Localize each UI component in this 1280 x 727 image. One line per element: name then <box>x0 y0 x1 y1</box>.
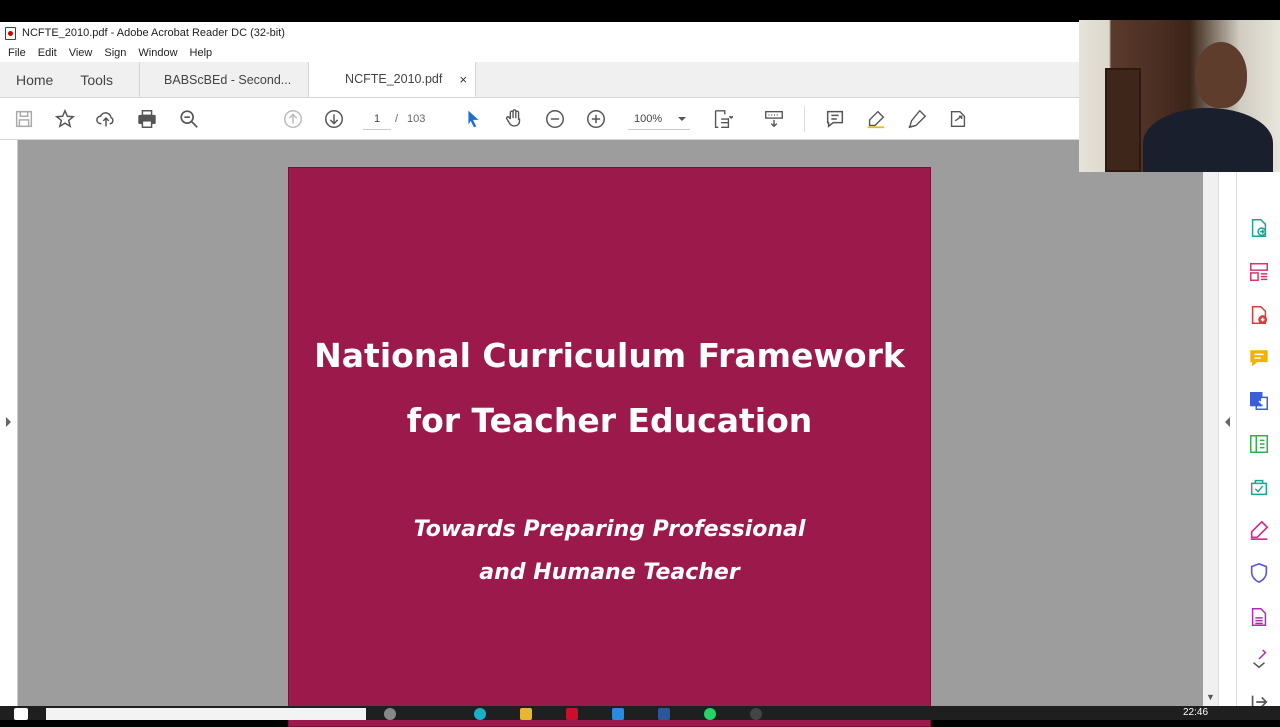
hand-icon[interactable] <box>502 107 526 131</box>
page-down-icon[interactable] <box>322 107 346 131</box>
content-area: National Curriculum Framework for Teache… <box>0 140 1280 727</box>
screen-top-border <box>0 0 1280 22</box>
create-pdf-icon[interactable] <box>1248 304 1270 326</box>
document-title-line1: National Curriculum Framework <box>314 336 905 375</box>
sign-icon[interactable] <box>905 107 929 131</box>
edge-browser-icon[interactable] <box>474 708 486 720</box>
page-up-icon[interactable] <box>281 107 305 131</box>
export-icon[interactable] <box>1248 390 1270 412</box>
webcam-overlay <box>1079 20 1280 172</box>
document-title: National Curriculum Framework for Teache… <box>289 323 930 453</box>
share-icon[interactable] <box>946 107 970 131</box>
menu-help[interactable]: Help <box>190 47 213 59</box>
comment-icon[interactable] <box>823 107 847 131</box>
windows-start-icon[interactable] <box>14 708 28 720</box>
whatsapp-icon[interactable] <box>704 708 716 720</box>
scroll-down-icon[interactable]: ▼ <box>1206 692 1215 702</box>
print-icon[interactable] <box>135 107 159 131</box>
vertical-scrollbar[interactable]: ▼ <box>1203 140 1218 706</box>
camera-app-icon[interactable] <box>750 708 762 720</box>
more-tools-icon[interactable] <box>1248 648 1270 670</box>
store-icon[interactable] <box>612 708 624 720</box>
chevron-left-icon <box>1225 417 1230 427</box>
document-icon[interactable] <box>1248 606 1270 628</box>
acrobat-pdf-icon <box>5 26 16 40</box>
highlight-icon[interactable] <box>864 107 888 131</box>
document-viewport[interactable]: National Curriculum Framework for Teache… <box>18 140 1203 727</box>
scroll-mode-icon[interactable] <box>762 107 786 131</box>
protect-icon[interactable] <box>1248 562 1270 584</box>
pdf-cover-page: National Curriculum Framework for Teache… <box>288 167 931 727</box>
star-icon[interactable] <box>53 107 77 131</box>
document-subtitle: Towards Preparing Professional and Human… <box>289 508 930 594</box>
export-pdf-icon[interactable] <box>1248 217 1270 239</box>
menu-file[interactable]: File <box>8 47 26 59</box>
edit-pdf-icon[interactable] <box>1248 433 1270 455</box>
file-explorer-icon[interactable] <box>520 708 532 720</box>
organize-pages-icon[interactable] <box>1248 261 1270 283</box>
chevron-right-icon <box>6 417 11 427</box>
document-title-line2: for Teacher Education <box>406 401 813 440</box>
windows-taskbar: 22:46 <box>0 706 1280 720</box>
acrobat-taskbar-icon[interactable] <box>566 708 578 720</box>
page-separator: / <box>395 113 399 125</box>
window-title: NCFTE_2010.pdf - Adobe Acrobat Reader DC… <box>22 27 285 39</box>
tab-home[interactable]: Home <box>0 72 68 88</box>
upload-icon[interactable] <box>94 107 118 131</box>
select-arrow-icon[interactable] <box>461 107 485 131</box>
fit-page-icon[interactable] <box>710 107 734 131</box>
tools-pane <box>1236 140 1280 709</box>
menu-edit[interactable]: Edit <box>38 47 57 59</box>
document-subtitle-line1: Towards Preparing Professional <box>413 517 806 542</box>
presenter-body <box>1143 108 1273 172</box>
zoom-value: 100% <box>634 113 663 125</box>
tab-document-ncfte[interactable]: NCFTE_2010.pdf × <box>309 62 477 97</box>
menu-window[interactable]: Window <box>138 47 177 59</box>
word-icon[interactable] <box>658 708 670 720</box>
page-total: 103 <box>407 113 426 125</box>
tab-label: BABScBEd - Second... <box>164 72 292 87</box>
left-panel-toggle[interactable] <box>0 140 18 706</box>
chevron-down-icon <box>678 117 686 121</box>
comment-icon[interactable] <box>1248 347 1270 369</box>
toolbar-divider <box>804 106 805 132</box>
tab-document-babscbed[interactable]: BABScBEd - Second... <box>140 62 310 97</box>
search-icon[interactable] <box>177 107 201 131</box>
zoom-out-icon[interactable] <box>543 107 567 131</box>
highlight-pen-icon[interactable] <box>1248 519 1270 541</box>
background-door <box>1105 68 1141 172</box>
tab-tools[interactable]: Tools <box>68 62 141 97</box>
taskbar-search-box[interactable] <box>46 708 366 720</box>
zoom-in-icon[interactable] <box>584 107 608 131</box>
zoom-select[interactable]: 100% <box>628 108 690 130</box>
tab-label: NCFTE_2010.pdf <box>345 72 443 86</box>
close-tab-icon[interactable]: × <box>459 72 467 87</box>
page-number-input[interactable]: 1 <box>363 108 391 130</box>
fill-sign-icon[interactable] <box>1248 476 1270 498</box>
taskbar-clock[interactable]: 22:46 <box>1183 706 1208 720</box>
menu-sign[interactable]: Sign <box>104 47 126 59</box>
right-panel-toggle[interactable] <box>1218 140 1236 706</box>
document-subtitle-line2: and Humane Teacher <box>479 560 740 585</box>
presenter-head <box>1195 42 1247 108</box>
menu-view[interactable]: View <box>69 47 93 59</box>
cortana-icon[interactable] <box>384 708 396 720</box>
save-icon[interactable] <box>12 107 36 131</box>
